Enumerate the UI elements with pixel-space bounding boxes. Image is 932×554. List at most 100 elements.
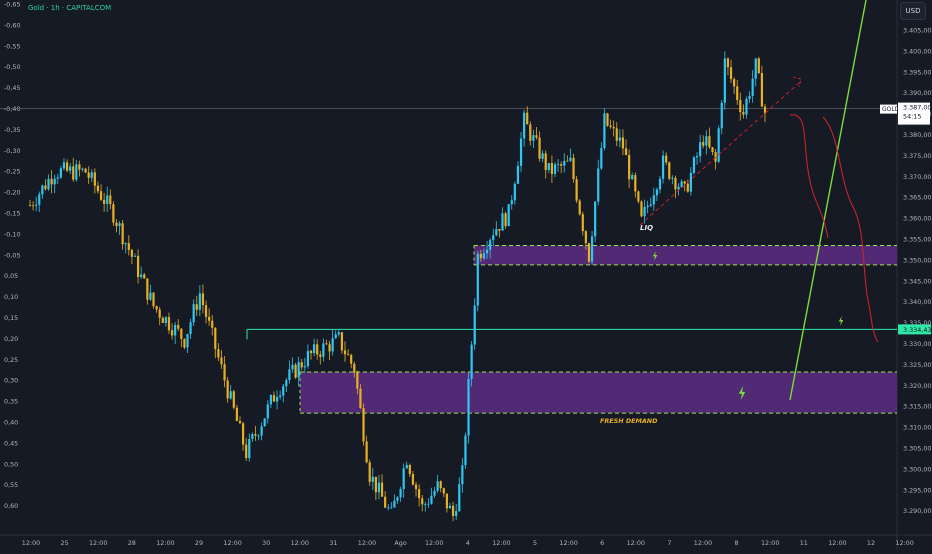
time-tick-label: 12:00 [89,539,107,547]
time-tick-label: 28 [128,539,136,547]
fresh-demand-zone [299,371,897,414]
candle-body [313,344,316,354]
candle-body [331,338,334,352]
candle [578,199,581,216]
candle-body [229,391,232,399]
candle-body [553,164,557,174]
candle-body [241,423,245,445]
candle-body [560,164,563,166]
candle-body [652,195,655,205]
candle-body [495,228,498,236]
time-tick-label: Ago [394,539,406,547]
candle-body [418,489,421,499]
candle-body [393,500,396,508]
candle-body [720,102,723,129]
left-tick-label: 0,15 [4,314,18,322]
demand-zone [473,245,897,266]
candle-body [288,369,291,381]
candle [464,432,467,469]
candle-body [640,201,643,217]
candle-body [421,498,424,505]
candle-body [668,162,671,179]
candle-body [109,195,112,205]
candle-body [529,124,532,141]
price-axis[interactable]: 3.405,003.400,003.395,003.390,003.385,00… [896,0,932,550]
candle-body [84,168,87,173]
candle-body [661,155,665,179]
candle [572,153,575,183]
candle-body [587,243,591,262]
candle-body [112,204,115,223]
left-tick-label: 0,30 [4,377,18,385]
chart-title: Gold · 1h · CAPITALCOM [28,4,112,12]
candle-body [300,362,303,368]
currency-button[interactable]: USD [900,2,926,20]
candle [112,201,115,226]
candle-body [72,166,75,180]
candle-body [665,155,668,163]
chart-canvas[interactable]: -0,65 -0,60 -0,55 -0,50 -0,45 -0,40 -0,35 -0,30… [0,0,932,550]
candle-body [328,344,331,352]
candle [717,125,720,164]
candle-body [430,495,433,504]
candle-body [272,395,276,402]
candle-body [78,164,81,170]
candle-body [686,183,689,192]
left-tick-label: -0,50 [4,63,21,71]
candle-body [143,274,146,279]
candle-body [47,178,50,190]
candle-body [291,364,294,370]
candle-body [689,172,692,192]
candle-body [177,325,180,329]
candle-body [81,168,84,170]
candle-body [535,135,538,138]
candle-body [489,240,492,250]
candle-body [482,253,486,259]
candle-body [754,58,757,79]
time-tick-label: 12:00 [895,539,913,547]
left-tick-label: -0,40 [4,105,21,113]
candle-body [402,468,405,490]
candle-body [532,135,535,141]
candle-body [303,366,306,368]
chart[interactable]: -0,65 -0,60 -0,55 -0,50 -0,45 -0,40 -0,35 -0,30… [0,0,932,550]
candle-body [316,344,319,355]
candle-body [677,186,680,190]
price-tick-label: 3.300,00 [903,465,931,473]
candle-body [75,164,78,180]
candle-body [201,293,205,306]
candle-body [189,322,192,335]
candle-body [723,58,726,103]
candle-body [50,178,53,185]
candle-body [575,179,578,201]
candle-body [136,255,140,277]
candle-body [455,511,458,517]
left-tick-label: -0,10 [4,230,21,238]
candle-body [263,418,266,427]
candle-body [133,255,137,257]
candle-body [461,465,464,485]
candle-body [334,334,337,339]
candle-body [516,165,520,184]
candle-body [99,191,103,200]
candle-body [238,420,242,424]
candle-body [41,185,44,195]
candle-body [408,464,411,475]
candle-body [547,163,550,171]
candle-body [59,168,62,178]
candle [294,362,297,379]
left-tick-label: 0,10 [4,293,18,301]
candle-body [467,378,470,436]
candle [507,204,510,227]
candle-body [556,164,560,165]
candle-body [371,476,374,482]
time-tick-label: 11 [800,539,808,547]
time-tick-label: 30 [262,539,270,547]
candle-body [28,205,32,206]
candle-body [146,278,149,300]
candle-body [186,334,189,348]
candle-body [340,332,344,351]
candle-body [390,507,393,509]
price-tick-label: 3.325,00 [903,361,931,369]
candle-body [346,354,350,356]
